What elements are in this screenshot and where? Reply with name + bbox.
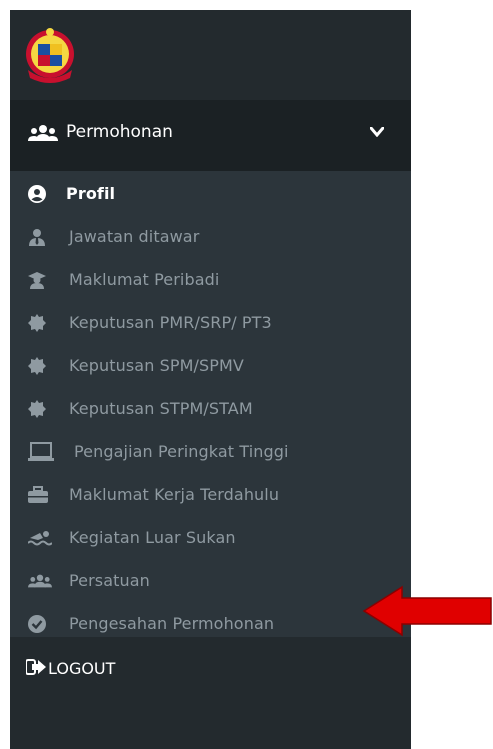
swimmer-icon: [28, 531, 52, 546]
sidebar-item-label: Maklumat Peribadi: [69, 270, 220, 289]
sidebar-item-label: Pengesahan Permohonan: [69, 614, 275, 633]
sidebar-item-pengesahan[interactable]: Pengesahan Permohonan: [10, 604, 411, 644]
sidebar-item-label: Keputusan SPM/SPMV: [69, 356, 244, 375]
logout-link[interactable]: LOGOUT: [10, 647, 411, 691]
sidebar-item-profil[interactable]: Profil: [10, 174, 411, 214]
sidebar-item-label: Pengajian Peringkat Tinggi: [74, 442, 289, 461]
user-circle-icon: [28, 185, 46, 203]
sign-out-icon: [26, 659, 46, 675]
check-circle-icon: [28, 615, 46, 633]
logout-label: LOGOUT: [48, 659, 116, 678]
certificate-icon: [28, 357, 46, 375]
certificate-icon: [28, 400, 46, 418]
sidebar-item-jawatan-ditawar[interactable]: Jawatan ditawar: [10, 217, 411, 257]
graduate-icon: [28, 272, 46, 289]
sidebar-item-keputusan-pmr[interactable]: Keputusan PMR/SRP/ PT3: [10, 303, 411, 343]
sidebar-item-label: Keputusan STPM/STAM: [69, 399, 253, 418]
menu-header-permohonan[interactable]: Permohonan: [10, 100, 411, 171]
sidebar-item-label: Keputusan PMR/SRP/ PT3: [69, 313, 272, 332]
user-tie-icon: [29, 229, 45, 246]
sidebar-item-label: Kegiatan Luar Sukan: [69, 528, 236, 547]
users-icon: [28, 574, 52, 588]
submenu: Profil Jawatan ditawar Maklumat Peribadi…: [10, 171, 411, 637]
red-arrow-annotation: [362, 585, 492, 637]
briefcase-icon: [28, 486, 48, 503]
sidebar-item-pengajian[interactable]: Pengajian Peringkat Tinggi: [10, 432, 411, 472]
chevron-down-icon[interactable]: [370, 127, 384, 137]
sidebar: Permohonan Profil Jawatan ditawar Maklum…: [10, 10, 411, 749]
menu-header-label: Permohonan: [66, 122, 173, 142]
sidebar-item-label: Profil: [66, 184, 116, 203]
sidebar-item-label: Jawatan ditawar: [69, 227, 200, 246]
certificate-icon: [28, 314, 46, 332]
users-icon: [28, 125, 58, 141]
sidebar-item-maklumat-peribadi[interactable]: Maklumat Peribadi: [10, 260, 411, 300]
sidebar-item-keputusan-spm[interactable]: Keputusan SPM/SPMV: [10, 346, 411, 386]
sidebar-item-keputusan-stpm[interactable]: Keputusan STPM/STAM: [10, 389, 411, 429]
sidebar-item-persatuan[interactable]: Persatuan: [10, 561, 411, 601]
sidebar-item-label: Persatuan: [69, 571, 150, 590]
logo-area: [10, 10, 411, 100]
sidebar-item-maklumat-kerja[interactable]: Maklumat Kerja Terdahulu: [10, 475, 411, 515]
sidebar-item-label: Maklumat Kerja Terdahulu: [69, 485, 280, 504]
laptop-icon: [28, 442, 54, 461]
crest-logo[interactable]: [20, 26, 80, 88]
sidebar-item-kegiatan[interactable]: Kegiatan Luar Sukan: [10, 518, 411, 558]
